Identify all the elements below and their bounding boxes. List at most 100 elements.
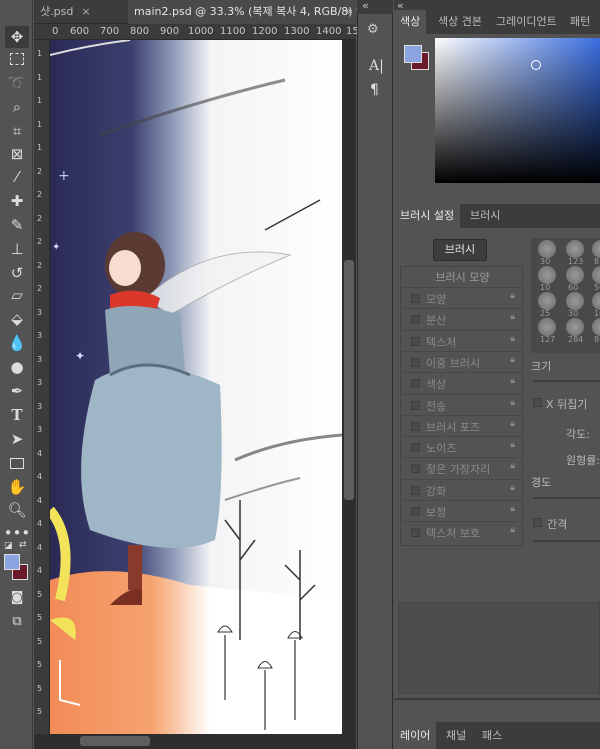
lock-icon[interactable]: 🔒︎	[510, 376, 515, 386]
quick-mask-icon[interactable]: ◙	[5, 586, 29, 608]
dodge-tool-icon[interactable]: ●	[5, 356, 29, 378]
option-checkbox[interactable]	[411, 294, 420, 303]
zoom-tool-icon[interactable]: 🔍︎	[5, 499, 29, 521]
path-selection-tool-icon[interactable]: ➤	[5, 428, 29, 450]
marquee-tool-icon[interactable]	[5, 48, 29, 70]
option-checkbox[interactable]	[411, 464, 420, 474]
brush-tip-preview[interactable]	[566, 292, 584, 310]
option-checkbox[interactable]	[411, 507, 420, 516]
lock-icon[interactable]: 🔒︎	[510, 291, 515, 301]
brush-tip-preview[interactable]	[538, 266, 556, 284]
brush-option-row[interactable]: 색상 🔒︎	[401, 372, 521, 392]
clone-stamp-tool-icon[interactable]: ⊥	[5, 238, 29, 260]
brush-tip-shape-title[interactable]: 브러시 모양	[401, 269, 524, 285]
option-checkbox[interactable]	[411, 357, 420, 367]
screen-mode-icon[interactable]: ⧉	[5, 610, 29, 632]
paragraph-panel-icon[interactable]: ¶	[370, 82, 379, 98]
tab-brushes[interactable]: 브러시	[464, 204, 506, 228]
brush-option-row[interactable]: 모양 🔒︎	[401, 287, 521, 307]
eyedropper-tool-icon[interactable]: ⁄	[5, 166, 29, 188]
color-picker-field[interactable]	[435, 38, 600, 183]
option-checkbox[interactable]	[411, 400, 420, 410]
lock-icon[interactable]: 🔒︎	[510, 483, 515, 493]
brush-option-row[interactable]: 이중 브러시 🔒︎	[401, 350, 521, 371]
rectangle-tool-icon[interactable]	[5, 452, 29, 474]
lock-icon[interactable]: 🔒︎	[510, 525, 515, 535]
brush-option-row[interactable]: 강화 🔒︎	[401, 478, 521, 499]
spacing-slider[interactable]	[533, 540, 600, 542]
brush-tip-preview[interactable]	[538, 292, 556, 310]
brush-tool-icon[interactable]: ✎	[5, 214, 29, 236]
foreground-color-swatch[interactable]	[404, 45, 422, 63]
brush-tip-preview[interactable]	[538, 240, 556, 258]
size-slider[interactable]	[533, 380, 600, 382]
pen-tool-icon[interactable]: ✒	[5, 380, 29, 402]
foreground-color-swatch[interactable]	[4, 554, 20, 570]
type-tool-icon[interactable]: T	[5, 404, 29, 426]
tab-channels[interactable]: 채널	[440, 722, 472, 749]
brush-option-row[interactable]: 분산 🔒︎	[401, 308, 521, 328]
document-canvas[interactable]: + ✦ ✦	[50, 40, 342, 734]
default-colors-icon[interactable]: ◪	[4, 541, 13, 551]
option-checkbox[interactable]	[411, 379, 420, 389]
tab-paths[interactable]: 패스	[476, 722, 508, 749]
option-checkbox[interactable]	[411, 485, 420, 495]
brush-tip-preview[interactable]	[566, 318, 584, 336]
spacing-checkbox[interactable]	[533, 518, 542, 527]
history-brush-tool-icon[interactable]: ↺	[5, 262, 29, 284]
brush-option-row[interactable]: 전송 🔒︎	[401, 393, 521, 414]
tab-swatches[interactable]: 색상 견본	[432, 10, 488, 34]
vertical-scrollbar-thumb[interactable]	[344, 260, 354, 500]
brush-option-row[interactable]: 젖은 가장자리 🔒︎	[401, 457, 521, 477]
option-checkbox[interactable]	[411, 528, 420, 538]
close-icon[interactable]: ×	[81, 5, 90, 18]
paint-bucket-tool-icon[interactable]: ⬙	[5, 308, 29, 330]
option-checkbox[interactable]	[411, 336, 420, 346]
brush-tip-size: 8	[594, 257, 600, 266]
lock-icon[interactable]: 🔒︎	[510, 398, 515, 408]
lock-icon[interactable]: 🔒︎	[510, 461, 515, 471]
quick-selection-tool-icon[interactable]: ⌕	[5, 96, 29, 118]
lock-icon[interactable]: 🔒︎	[510, 334, 515, 344]
brush-option-row[interactable]: 텍스처 🔒︎	[401, 329, 521, 350]
option-checkbox[interactable]	[411, 421, 420, 431]
color-picker-cursor[interactable]	[531, 60, 541, 70]
lock-icon[interactable]: 🔒︎	[510, 504, 515, 514]
blur-tool-icon[interactable]: 💧	[5, 332, 29, 354]
brush-option-row[interactable]: 노이즈 🔒︎	[401, 436, 521, 456]
brushes-button[interactable]: 브러시	[433, 239, 487, 261]
tab-gradients[interactable]: 그레이디언트	[490, 10, 563, 34]
brush-option-row[interactable]: 브러시 포즈 🔒︎	[401, 414, 521, 435]
lock-icon[interactable]: 🔒︎	[510, 312, 515, 322]
tab-brush-settings[interactable]: 브러시 설정	[394, 204, 461, 228]
character-panel-icon[interactable]: A|	[369, 58, 384, 74]
swap-colors-icon[interactable]: ⇄	[19, 540, 27, 550]
hardness-slider[interactable]	[533, 497, 600, 499]
move-tool-icon[interactable]: ✥	[5, 26, 29, 48]
tab-document-1[interactable]: 샷.psd ×	[34, 0, 97, 24]
brush-option-row[interactable]: 텍스처 보호 🔒︎	[401, 521, 521, 541]
flip-x-checkbox[interactable]	[533, 398, 542, 407]
tab-overflow-icon[interactable]: »	[345, 4, 352, 18]
tool-presets-icon[interactable]: ⚙	[367, 22, 385, 40]
brush-tip-preview[interactable]	[566, 240, 584, 258]
option-checkbox[interactable]	[411, 315, 420, 325]
tab-patterns[interactable]: 패턴	[564, 10, 596, 34]
healing-brush-tool-icon[interactable]: ✚	[5, 190, 29, 212]
brush-option-row[interactable]: 보정 🔒︎	[401, 500, 521, 520]
horizontal-scrollbar-thumb[interactable]	[80, 736, 150, 746]
brush-tip-preview[interactable]	[538, 318, 556, 336]
option-checkbox[interactable]	[411, 443, 420, 453]
lock-icon[interactable]: 🔒︎	[510, 419, 515, 429]
tab-layers[interactable]: 레이어	[394, 722, 437, 749]
tab-color[interactable]: 색상	[394, 10, 427, 34]
frame-tool-icon[interactable]: ⊠	[5, 143, 29, 165]
brush-tip-preview[interactable]	[566, 266, 584, 284]
hand-tool-icon[interactable]: ✋	[5, 476, 29, 498]
lock-icon[interactable]: 🔒︎	[510, 440, 515, 450]
collapse-icon[interactable]: «	[362, 0, 369, 12]
lasso-tool-icon[interactable]: ➰	[5, 72, 29, 94]
lock-icon[interactable]: 🔒︎	[510, 355, 515, 365]
crop-tool-icon[interactable]: ⌗	[5, 120, 29, 142]
eraser-tool-icon[interactable]: ▱	[5, 284, 29, 306]
